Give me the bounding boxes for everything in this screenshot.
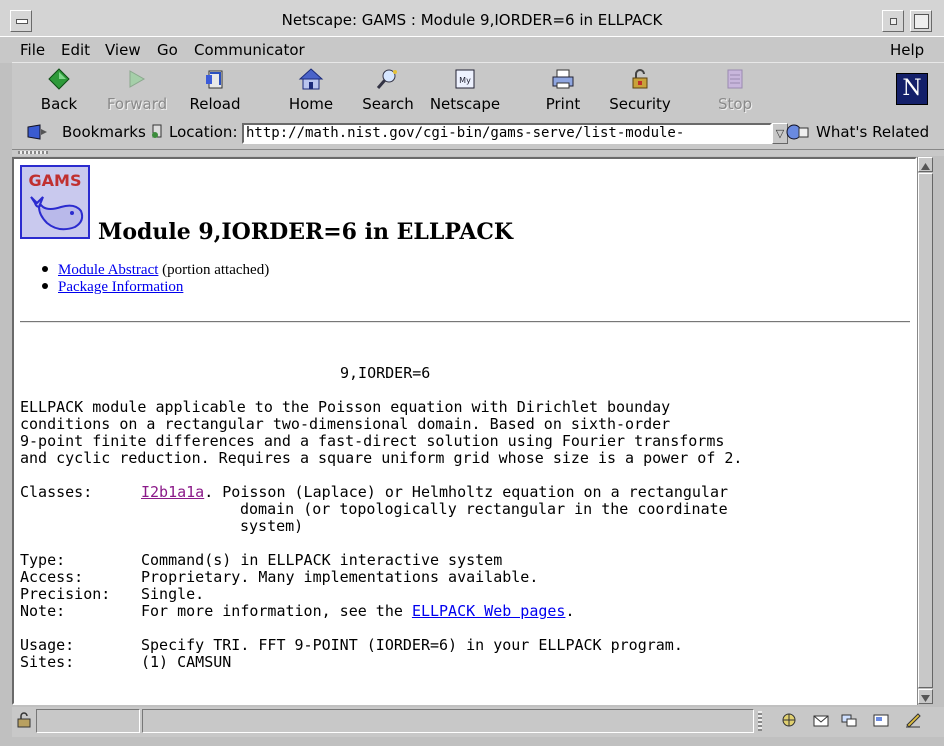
menu-communicator[interactable]: Communicator [194, 41, 305, 59]
location-toolbar: Bookmarks Location: http://math.nist.gov… [12, 117, 944, 150]
page-proxy-icon[interactable] [150, 122, 164, 140]
component-bar-grip[interactable] [758, 711, 762, 731]
page-content[interactable]: GAMS Module 9,IORDER=6 in ELLPACK Module… [12, 157, 917, 705]
ellpack-web-pages-link[interactable]: ELLPACK Web pages [412, 602, 566, 620]
whats-related-icon [786, 124, 809, 140]
gams-logo[interactable]: GAMS [20, 165, 90, 239]
page-title: Module 9,IORDER=6 in ELLPACK [98, 219, 514, 245]
menu-help[interactable]: Help [890, 41, 924, 59]
sites-label: Sites: [20, 653, 75, 671]
menu-view[interactable]: View [105, 41, 141, 59]
scroll-up-button[interactable] [918, 157, 933, 172]
note-value: For more information, see the ELLPACK We… [141, 602, 575, 620]
back-arrow-icon [48, 68, 70, 90]
scrollbar-thumb[interactable] [918, 173, 933, 688]
navigation-toolbar: Back Forward Reload Home Search My Netsc… [12, 62, 944, 119]
collapsed-toolbar-tab[interactable] [12, 150, 944, 156]
module-abstract-link[interactable]: Module Abstract [58, 262, 158, 278]
access-label: Access: [20, 568, 84, 586]
window-titlebar[interactable]: Netscape: GAMS : Module 9,IORDER=6 in EL… [0, 0, 944, 37]
composer-icon[interactable] [872, 712, 890, 728]
scroll-down-button[interactable] [918, 689, 933, 704]
home-icon [298, 68, 324, 90]
window-title: Netscape: GAMS : Module 9,IORDER=6 in EL… [281, 11, 663, 29]
bullet-icon [42, 266, 48, 272]
edit-icon[interactable] [904, 712, 922, 728]
mail-icon[interactable] [812, 712, 830, 728]
netscape-logo[interactable]: N [896, 73, 928, 105]
sites-value: (1) CAMSUN [141, 653, 232, 671]
module-name: 9,IORDER=6 [340, 364, 431, 382]
note-label: Note: [20, 602, 66, 620]
status-message [142, 709, 754, 733]
forward-arrow-icon [129, 70, 146, 88]
divider [20, 321, 910, 323]
svg-text:My: My [459, 76, 471, 85]
chevron-down-icon [921, 695, 930, 702]
back-button[interactable]: Back [20, 65, 98, 115]
whats-related-button[interactable]: What's Related [816, 123, 929, 141]
search-icon [376, 69, 397, 89]
classes-row: I2b1a1a. Poisson (Laplace) or Helmholtz … [141, 483, 729, 501]
chevron-up-icon [921, 163, 930, 170]
status-bar [12, 707, 944, 737]
whale-icon [30, 196, 84, 231]
type-value: Command(s) in ELLPACK interactive system [141, 551, 503, 569]
vertical-scrollbar[interactable] [917, 157, 933, 705]
security-button[interactable]: Security [601, 65, 679, 115]
menubar: File Edit View Go Communicator Help [0, 36, 944, 63]
menu-go[interactable]: Go [157, 41, 178, 59]
progress-bar [36, 709, 140, 733]
home-button[interactable]: Home [272, 65, 350, 115]
type-label: Type: [20, 551, 66, 569]
reload-icon [206, 70, 223, 89]
netscape-icon: My [455, 69, 475, 89]
print-button[interactable]: Print [524, 65, 602, 115]
url-input[interactable]: http://math.nist.gov/cgi-bin/gams-serve/… [242, 123, 772, 144]
classes-continuation: system) [240, 517, 304, 535]
precision-value: Single. [141, 585, 205, 603]
stop-button[interactable]: Stop [696, 65, 774, 115]
bullet-icon [42, 283, 48, 289]
printer-icon [552, 69, 574, 89]
gams-logo-text: GAMS [22, 171, 88, 190]
location-label: Location: [169, 123, 238, 141]
bookmarks-icon [27, 124, 47, 140]
netscape-button[interactable]: My Netscape [426, 65, 504, 115]
lock-icon [632, 69, 648, 89]
discussions-icon[interactable] [840, 712, 858, 728]
search-button[interactable]: Search [349, 65, 427, 115]
class-link[interactable]: I2b1a1a [141, 483, 204, 501]
access-value: Proprietary. Many implementations availa… [141, 568, 539, 586]
usage-value: Specify TRI. FFT 9-POINT (IORDER=6) in y… [141, 636, 683, 654]
usage-label: Usage: [20, 636, 75, 654]
menu-edit[interactable]: Edit [61, 41, 90, 59]
menu-file[interactable]: File [20, 41, 45, 59]
list-item: Package Information [42, 279, 183, 296]
module-description: ELLPACK module applicable to the Poisson… [20, 398, 743, 467]
minimize-button[interactable] [882, 10, 904, 32]
maximize-button[interactable] [910, 10, 932, 32]
security-status-icon[interactable] [15, 712, 33, 728]
package-information-link[interactable]: Package Information [58, 279, 183, 295]
reload-button[interactable]: Reload [176, 65, 254, 115]
forward-button[interactable]: Forward [98, 65, 176, 115]
classes-label: Classes: [20, 483, 93, 501]
classes-continuation: domain (or topologically rectangular in … [240, 500, 728, 518]
bookmarks-button[interactable]: Bookmarks [62, 123, 146, 141]
list-item: Module Abstract (portion attached) [42, 262, 269, 279]
stop-icon [727, 69, 743, 89]
navigator-icon[interactable] [780, 712, 798, 728]
precision-label: Precision: [20, 585, 111, 603]
chevron-down-icon: ▽ [775, 127, 785, 140]
